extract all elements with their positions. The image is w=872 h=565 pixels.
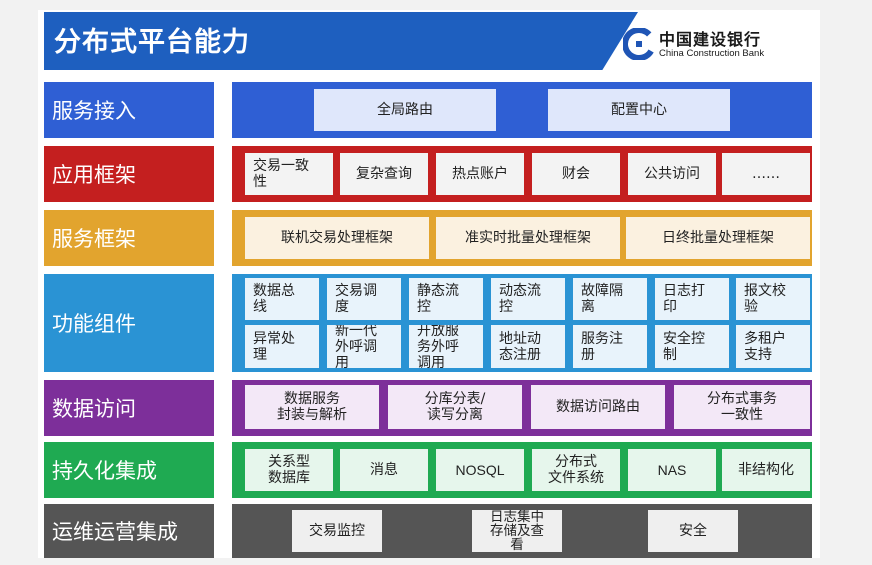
layer-item: 开放服 务外呼 调用 <box>409 325 483 368</box>
layer-item: 日终批量处理框架 <box>626 217 810 259</box>
layer-item: 关系型 数据库 <box>245 449 333 491</box>
layer-item: 日志集中 存储及查 看 <box>472 510 562 552</box>
layer-band-service-framework: 联机交易处理框架 准实时批量处理框架 日终批量处理框架 <box>232 210 812 266</box>
layer-item: 非结构化 <box>722 449 810 491</box>
layer-item: 配置中心 <box>548 89 730 131</box>
layer-band-service-access: 全局路由 配置中心 <box>232 82 812 138</box>
diagram-canvas: 分布式平台能力 中国建设银行 China Construction Bank 服… <box>38 10 820 558</box>
layer-item: 静态流 控 <box>409 278 483 320</box>
layer-item: 安全控 制 <box>655 325 729 368</box>
layer-label-persistence: 持久化集成 <box>44 442 214 498</box>
layer-label-app-framework: 应用框架 <box>44 146 214 202</box>
layer-item: 全局路由 <box>314 89 496 131</box>
layer-band-app-framework: 交易一致 性 复杂查询 热点账户 财会 公共访问 …… <box>232 146 812 202</box>
layer-item: 日志打 印 <box>655 278 729 320</box>
layer-item: 异常处 理 <box>245 325 319 368</box>
layer-item: NOSQL <box>436 449 524 491</box>
header: 分布式平台能力 中国建设银行 China Construction Bank <box>38 10 818 72</box>
layer-item: NAS <box>628 449 716 491</box>
layer-item: 地址动 态注册 <box>491 325 565 368</box>
ccb-logo-icon <box>623 28 655 60</box>
layer-item: 分布式事务 一致性 <box>674 385 810 429</box>
layer-item: 复杂查询 <box>340 153 428 195</box>
layer-item: 交易监控 <box>292 510 382 552</box>
layer-label-service-access: 服务接入 <box>44 82 214 138</box>
layer-item: 数据服务 封装与解析 <box>245 385 379 429</box>
bank-name-en: China Construction Bank <box>659 48 765 59</box>
layer-item: 热点账户 <box>436 153 524 195</box>
layer-item: 公共访问 <box>628 153 716 195</box>
layer-label-data-access: 数据访问 <box>44 380 214 436</box>
layer-band-ops: 交易监控 日志集中 存储及查 看 安全 <box>232 504 812 558</box>
layer-item: 财会 <box>532 153 620 195</box>
layer-item: 分库分表/ 读写分离 <box>388 385 522 429</box>
layer-item: 安全 <box>648 510 738 552</box>
bank-logo: 中国建设银行 China Construction Bank <box>623 24 813 68</box>
layer-item: 数据总 线 <box>245 278 319 320</box>
layer-item: 分布式 文件系统 <box>532 449 620 491</box>
layer-item: 报文校 验 <box>736 278 810 320</box>
page-title: 分布式平台能力 <box>54 27 250 58</box>
layer-band-data-access: 数据服务 封装与解析 分库分表/ 读写分离 数据访问路由 分布式事务 一致性 <box>232 380 812 436</box>
layer-item: 联机交易处理框架 <box>245 217 429 259</box>
bank-name: 中国建设银行 <box>659 30 762 49</box>
layer-item: 新一代 外呼调 用 <box>327 325 401 368</box>
layer-label-service-framework: 服务框架 <box>44 210 214 266</box>
layer-band-persistence: 关系型 数据库 消息 NOSQL 分布式 文件系统 NAS 非结构化 <box>232 442 812 498</box>
layer-item: 动态流 控 <box>491 278 565 320</box>
layer-item: 服务注 册 <box>573 325 647 368</box>
layer-item: 消息 <box>340 449 428 491</box>
layer-label-function-components: 功能组件 <box>44 274 214 372</box>
layer-band-function-components: 数据总 线 交易调 度 静态流 控 动态流 控 故障隔 离 日志打 印 报文校 … <box>232 274 812 372</box>
layer-item: 多租户 支持 <box>736 325 810 368</box>
layer-item: 交易一致 性 <box>245 153 333 195</box>
layer-item: 数据访问路由 <box>531 385 665 429</box>
layer-item: 交易调 度 <box>327 278 401 320</box>
layer-item: 故障隔 离 <box>573 278 647 320</box>
layer-item: 准实时批量处理框架 <box>436 217 620 259</box>
layer-label-ops: 运维运营集成 <box>44 504 214 558</box>
layer-item: …… <box>722 153 810 195</box>
